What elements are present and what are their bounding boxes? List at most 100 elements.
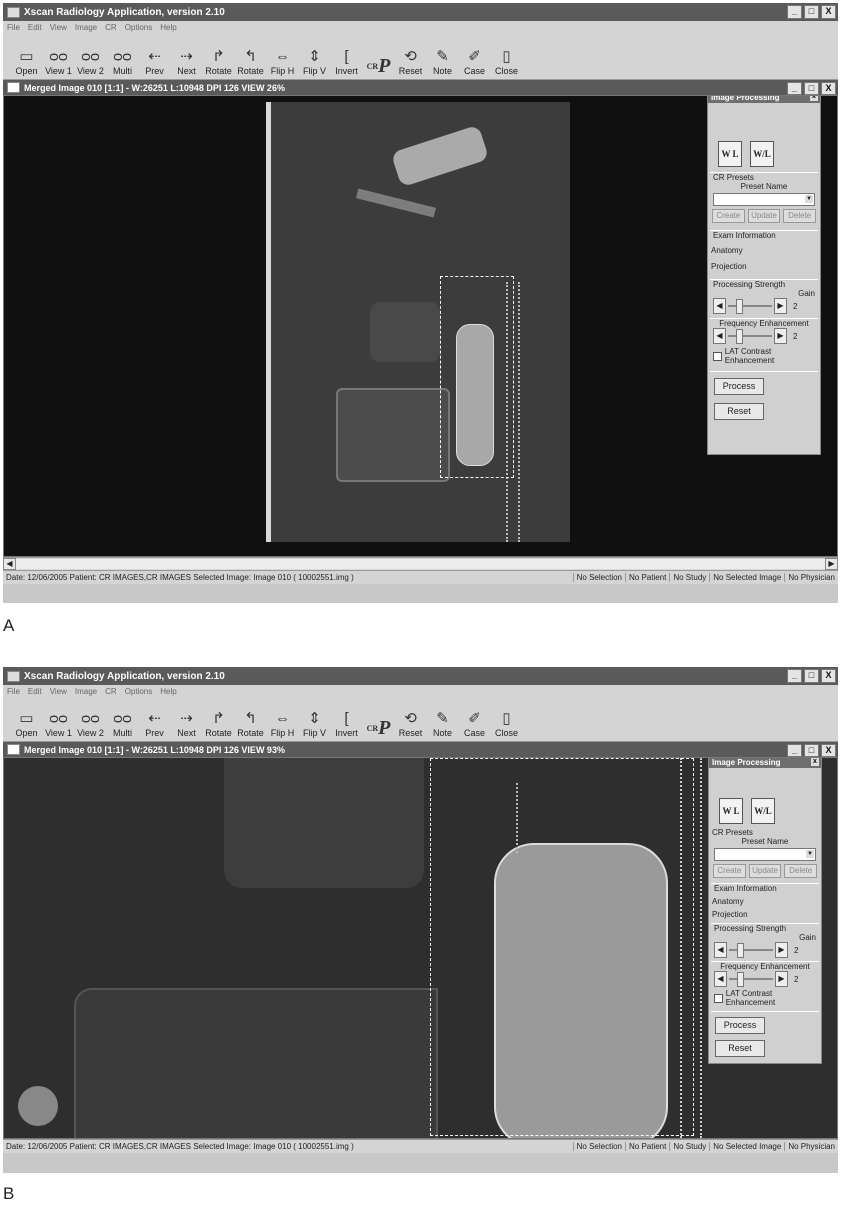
- prev-button[interactable]: ⇠ Prev: [139, 46, 170, 79]
- checkbox-icon[interactable]: [713, 351, 722, 361]
- flip-v-button[interactable]: ⇕ Flip V: [299, 46, 330, 79]
- slider-right-arrow-icon[interactable]: ▶: [775, 942, 788, 958]
- gain-thumb[interactable]: [736, 299, 743, 314]
- reset-button[interactable]: ⟲ Reset: [395, 46, 426, 79]
- view1-button[interactable]: ᴑᴑ View 1: [43, 46, 74, 79]
- window-level-button[interactable]: W L: [718, 141, 742, 167]
- slider-left-arrow-icon[interactable]: ◀: [713, 298, 726, 314]
- image-minimize-button[interactable]: _: [787, 744, 802, 757]
- process-button[interactable]: Process: [714, 378, 764, 395]
- create-preset-button[interactable]: Create: [712, 209, 745, 223]
- update-preset-button[interactable]: Update: [748, 864, 782, 878]
- minimize-button[interactable]: _: [787, 5, 802, 19]
- window-level-curve-button[interactable]: W/L: [751, 798, 775, 824]
- rotate-cw-button[interactable]: ↱ Rotate: [203, 46, 234, 79]
- slider-left-arrow-icon[interactable]: ◀: [713, 328, 726, 344]
- menu-options[interactable]: Options: [125, 687, 153, 696]
- menu-edit[interactable]: Edit: [28, 23, 42, 32]
- flip-v-button[interactable]: ⇕ Flip V: [299, 708, 330, 741]
- menu-file[interactable]: File: [7, 23, 20, 32]
- view2-button[interactable]: ᴑᴑ View 2: [75, 708, 106, 741]
- invert-button[interactable]: [Invert: [331, 46, 362, 79]
- cr-processing-button[interactable]: CR P: [363, 717, 394, 741]
- frequency-track[interactable]: [729, 972, 773, 987]
- selection-rectangle[interactable]: [440, 276, 514, 478]
- frequency-track[interactable]: [728, 329, 772, 344]
- panel-reset-button[interactable]: Reset: [714, 403, 764, 420]
- maximize-button[interactable]: □: [804, 669, 819, 683]
- menu-help[interactable]: Help: [160, 687, 176, 696]
- multi-button[interactable]: ᴑᴑ Multi: [107, 708, 138, 741]
- frequency-thumb[interactable]: [737, 972, 744, 987]
- slider-right-arrow-icon[interactable]: ▶: [774, 328, 787, 344]
- slider-left-arrow-icon[interactable]: ◀: [714, 942, 727, 958]
- image-canvas[interactable]: Image Processing x W L W/L CR Presets Pre…: [3, 95, 838, 557]
- menu-cr[interactable]: CR: [105, 687, 117, 696]
- scroll-right-icon[interactable]: ▶: [825, 558, 838, 570]
- menu-image[interactable]: Image: [75, 23, 97, 32]
- chevron-down-icon[interactable]: ▼: [805, 195, 813, 203]
- maximize-button[interactable]: □: [804, 5, 819, 19]
- close-tool-button[interactable]: ▯ Close: [491, 46, 522, 79]
- note-button[interactable]: ✎ Note: [427, 708, 458, 741]
- menu-view[interactable]: View: [50, 23, 67, 32]
- checkbox-icon[interactable]: [714, 993, 723, 1003]
- next-button[interactable]: ⇢ Next: [171, 708, 202, 741]
- case-button[interactable]: ✐ Case: [459, 708, 490, 741]
- gain-slider[interactable]: ◀ ▶ 2: [708, 298, 820, 314]
- panel-close-button[interactable]: x: [811, 758, 819, 766]
- rotate-cw-button[interactable]: ↱ Rotate: [203, 708, 234, 741]
- case-button[interactable]: ✐ Case: [459, 46, 490, 79]
- menu-image[interactable]: Image: [75, 687, 97, 696]
- selection-rectangle[interactable]: [430, 758, 694, 1136]
- next-button[interactable]: ⇢ Next: [171, 46, 202, 79]
- preset-name-select[interactable]: ▼: [714, 848, 816, 861]
- invert-button[interactable]: [Invert: [331, 708, 362, 741]
- horizontal-scrollbar[interactable]: ◀ ▶: [3, 557, 838, 570]
- frequency-thumb[interactable]: [736, 329, 743, 344]
- panel-close-button[interactable]: x: [810, 96, 818, 101]
- close-button[interactable]: X: [821, 5, 836, 19]
- image-maximize-button[interactable]: □: [804, 82, 819, 95]
- menu-help[interactable]: Help: [160, 23, 176, 32]
- menu-cr[interactable]: CR: [105, 23, 117, 32]
- gain-track[interactable]: [728, 299, 772, 314]
- image-canvas[interactable]: Image Processing x W L W/L CR Presets Pre…: [3, 757, 838, 1139]
- lat-contrast-checkbox[interactable]: LAT Contrast Enhancement: [709, 989, 821, 1007]
- rotate-ccw-button[interactable]: ↰ Rotate: [235, 46, 266, 79]
- window-level-button[interactable]: W L: [719, 798, 743, 824]
- image-maximize-button[interactable]: □: [804, 744, 819, 757]
- update-preset-button[interactable]: Update: [747, 209, 781, 223]
- gain-track[interactable]: [729, 943, 773, 958]
- menu-view[interactable]: View: [50, 687, 67, 696]
- menu-file[interactable]: File: [7, 687, 20, 696]
- preset-name-select[interactable]: ▼: [713, 193, 815, 206]
- prev-button[interactable]: ⇠ Prev: [139, 708, 170, 741]
- open-button[interactable]: ▭ Open: [11, 708, 42, 741]
- open-button[interactable]: ▭ Open: [11, 46, 42, 79]
- menu-options[interactable]: Options: [125, 23, 153, 32]
- window-level-curve-button[interactable]: W/L: [750, 141, 774, 167]
- image-close-button[interactable]: X: [821, 82, 836, 95]
- cr-processing-button[interactable]: CR P: [363, 55, 394, 79]
- delete-preset-button[interactable]: Delete: [784, 864, 818, 878]
- gain-thumb[interactable]: [737, 943, 744, 958]
- frequency-slider[interactable]: ◀ ▶ 2: [708, 328, 820, 344]
- minimize-button[interactable]: _: [787, 669, 802, 683]
- delete-preset-button[interactable]: Delete: [783, 209, 817, 223]
- close-button[interactable]: X: [821, 669, 836, 683]
- image-minimize-button[interactable]: _: [787, 82, 802, 95]
- note-button[interactable]: ✎ Note: [427, 46, 458, 79]
- rotate-ccw-button[interactable]: ↰ Rotate: [235, 708, 266, 741]
- multi-button[interactable]: ᴑᴑ Multi: [107, 46, 138, 79]
- flip-h-button[interactable]: ⇔ Flip H: [267, 46, 298, 79]
- view1-button[interactable]: ᴑᴑ View 1: [43, 708, 74, 741]
- chevron-down-icon[interactable]: ▼: [806, 850, 814, 858]
- slider-right-arrow-icon[interactable]: ▶: [775, 971, 788, 987]
- slider-right-arrow-icon[interactable]: ▶: [774, 298, 787, 314]
- process-button[interactable]: Process: [715, 1017, 765, 1034]
- view2-button[interactable]: ᴑᴑ View 2: [75, 46, 106, 79]
- scroll-track[interactable]: [16, 559, 825, 569]
- menu-edit[interactable]: Edit: [28, 687, 42, 696]
- scroll-left-icon[interactable]: ◀: [3, 558, 16, 570]
